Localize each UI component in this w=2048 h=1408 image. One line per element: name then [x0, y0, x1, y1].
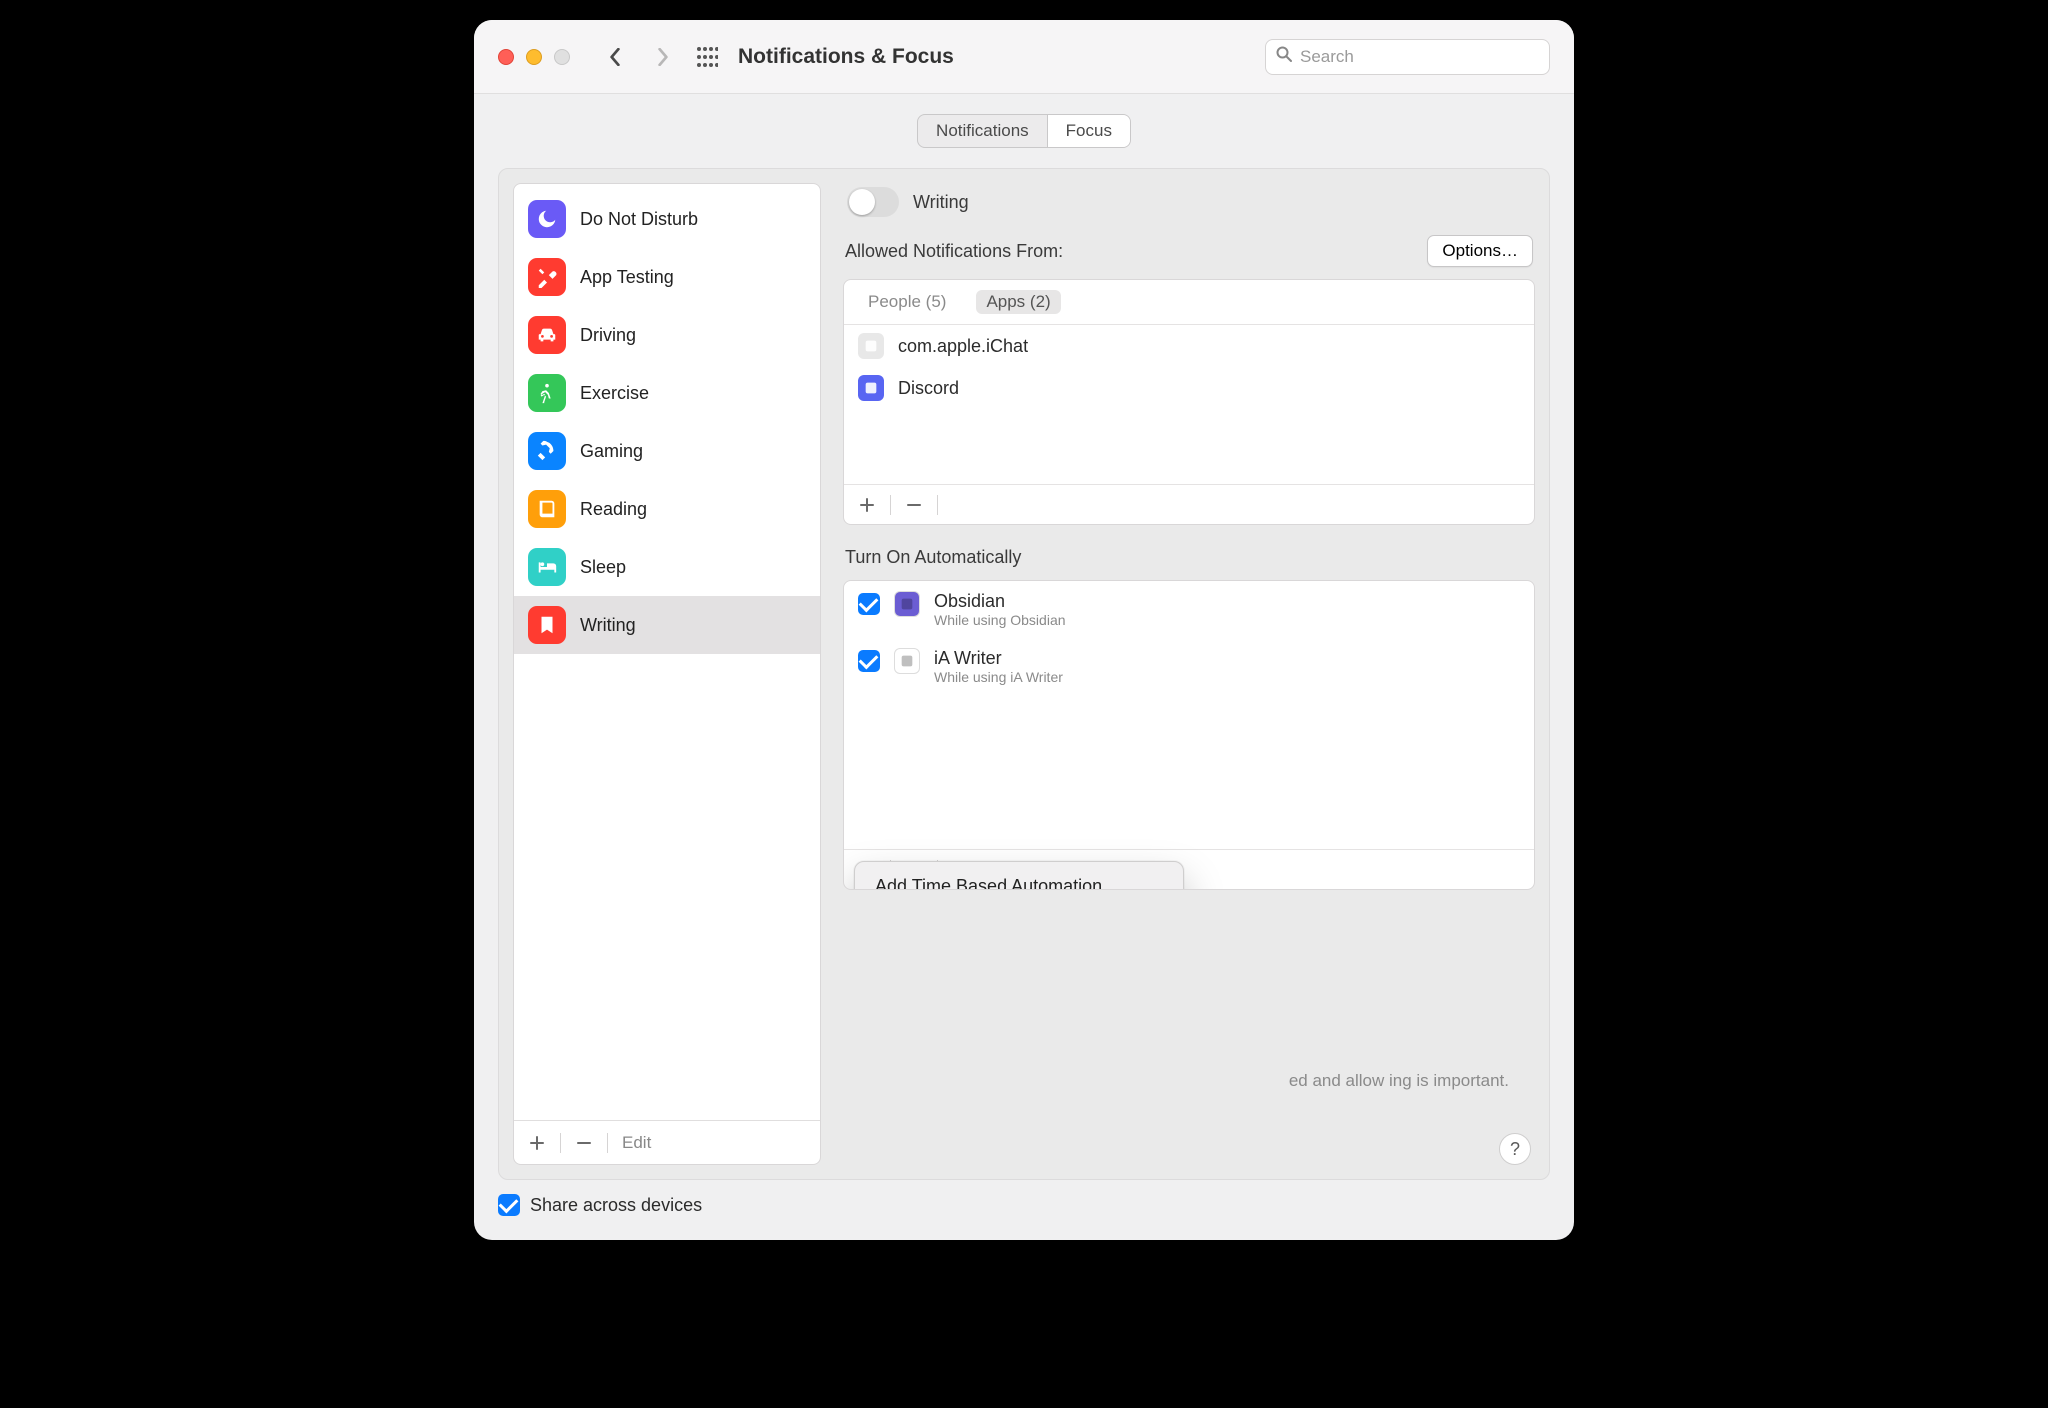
auto-label: Turn On Automatically [845, 547, 1021, 568]
focus-enable-switch[interactable] [847, 187, 899, 217]
add-allowed-app-button[interactable] [854, 492, 880, 518]
bed-icon [528, 548, 566, 586]
focus-item-label: Reading [580, 499, 647, 520]
allowed-app-row[interactable]: com.apple.iChat [844, 325, 1534, 367]
app-icon [894, 591, 920, 617]
add-automation-menu: Add Time Based Automation Add Location B… [854, 861, 1184, 890]
search-icon [1276, 46, 1292, 67]
forward-button[interactable] [646, 40, 680, 74]
allowed-app-name: com.apple.iChat [898, 336, 1028, 357]
focus-list: Do Not Disturb App Testing Driving Exercise… [513, 183, 821, 1165]
allowed-app-row[interactable]: Discord [844, 367, 1534, 409]
automation-text: ObsidianWhile using Obsidian [934, 591, 1066, 628]
minimize-window-button[interactable] [526, 49, 542, 65]
tab-notifications[interactable]: Notifications [918, 115, 1047, 147]
allowed-apps-list: com.apple.iChat Discord [844, 325, 1534, 484]
focus-item-app-testing[interactable]: App Testing [514, 248, 820, 306]
rocket-icon [528, 432, 566, 470]
moon-icon [528, 200, 566, 238]
remove-focus-button[interactable] [571, 1130, 597, 1156]
automation-sub: While using iA Writer [934, 669, 1063, 685]
edit-focus-button[interactable]: Edit [622, 1133, 651, 1153]
allowed-tabs: People (5) Apps (2) [844, 280, 1534, 325]
allowed-notifications-card: People (5) Apps (2) com.apple.iChat Disco… [843, 279, 1535, 525]
run-icon [528, 374, 566, 412]
search-input[interactable] [1300, 47, 1539, 67]
tab-focus[interactable]: Focus [1047, 115, 1130, 147]
automation-checkbox[interactable] [858, 650, 880, 672]
focus-name-label: Writing [913, 192, 969, 213]
toolbar-divider [937, 495, 938, 515]
auto-card: ObsidianWhile using ObsidianiA WriterWhi… [843, 580, 1535, 890]
help-button[interactable]: ? [1499, 1133, 1531, 1165]
automation-checkbox[interactable] [858, 593, 880, 615]
focus-item-label: Sleep [580, 557, 626, 578]
focus-item-sleep[interactable]: Sleep [514, 538, 820, 596]
add-time-automation[interactable]: Add Time Based Automation [855, 868, 1183, 890]
toolbar-divider [560, 1133, 561, 1153]
focus-item-label: Gaming [580, 441, 643, 462]
app-icon [858, 333, 884, 359]
segmented-control: Notifications Focus [917, 114, 1131, 148]
focus-item-label: App Testing [580, 267, 674, 288]
options-button[interactable]: Options… [1427, 235, 1533, 267]
show-all-icon[interactable] [696, 46, 718, 68]
share-across-devices-label: Share across devices [530, 1195, 702, 1216]
automation-name: Obsidian [934, 591, 1066, 612]
titlebar: Notifications & Focus [474, 20, 1574, 94]
people-tab[interactable]: People (5) [858, 290, 956, 314]
window-controls [498, 49, 570, 65]
automation-row[interactable]: ObsidianWhile using Obsidian [844, 581, 1534, 638]
car-icon [528, 316, 566, 354]
automation-name: iA Writer [934, 648, 1063, 669]
back-button[interactable] [598, 40, 632, 74]
book-icon [528, 490, 566, 528]
apps-tab[interactable]: Apps (2) [976, 290, 1060, 314]
focus-item-label: Do Not Disturb [580, 209, 698, 230]
automation-row[interactable]: iA WriterWhile using iA Writer [844, 638, 1534, 695]
focus-detail: Writing Allowed Notifications From: Opti… [843, 183, 1535, 1165]
search-field[interactable] [1265, 39, 1550, 75]
allowed-app-name: Discord [898, 378, 959, 399]
share-row: Share across devices [498, 1194, 1550, 1216]
bookmark-icon [528, 606, 566, 644]
app-icon [894, 648, 920, 674]
toolbar-divider [607, 1133, 608, 1153]
zoom-window-button[interactable] [554, 49, 570, 65]
allowed-from-label: Allowed Notifications From: [845, 241, 1063, 262]
focus-item-driving[interactable]: Driving [514, 306, 820, 364]
focus-status-hint: ed and allow ing is important. [1189, 1071, 1509, 1091]
close-window-button[interactable] [498, 49, 514, 65]
remove-allowed-app-button[interactable] [901, 492, 927, 518]
focus-panel: Do Not Disturb App Testing Driving Exercise… [498, 168, 1550, 1180]
add-focus-button[interactable] [524, 1130, 550, 1156]
focus-item-label: Driving [580, 325, 636, 346]
share-across-devices-checkbox[interactable] [498, 1194, 520, 1216]
window-body: Notifications Focus Do Not Disturb App Te… [474, 94, 1574, 1240]
focus-list-toolbar: Edit [514, 1120, 820, 1164]
auto-header: Turn On Automatically [843, 547, 1535, 568]
allowed-from-header: Allowed Notifications From: Options… [843, 235, 1535, 267]
tools-icon [528, 258, 566, 296]
automation-sub: While using Obsidian [934, 612, 1066, 628]
focus-item-reading[interactable]: Reading [514, 480, 820, 538]
preferences-window: Notifications & Focus Notifications Focu… [474, 20, 1574, 1240]
focus-item-do-not-disturb[interactable]: Do Not Disturb [514, 190, 820, 248]
focus-enable-row: Writing [843, 183, 1535, 223]
focus-list-scroll: Do Not Disturb App Testing Driving Exercise… [514, 184, 820, 1120]
auto-list: ObsidianWhile using ObsidianiA WriterWhi… [844, 581, 1534, 849]
allowed-apps-toolbar [844, 484, 1534, 524]
automation-text: iA WriterWhile using iA Writer [934, 648, 1063, 685]
app-icon [858, 375, 884, 401]
focus-item-exercise[interactable]: Exercise [514, 364, 820, 422]
focus-item-label: Writing [580, 615, 636, 636]
focus-item-label: Exercise [580, 383, 649, 404]
focus-item-writing[interactable]: Writing [514, 596, 820, 654]
toolbar-divider [890, 495, 891, 515]
focus-item-gaming[interactable]: Gaming [514, 422, 820, 480]
page-title: Notifications & Focus [738, 45, 954, 69]
